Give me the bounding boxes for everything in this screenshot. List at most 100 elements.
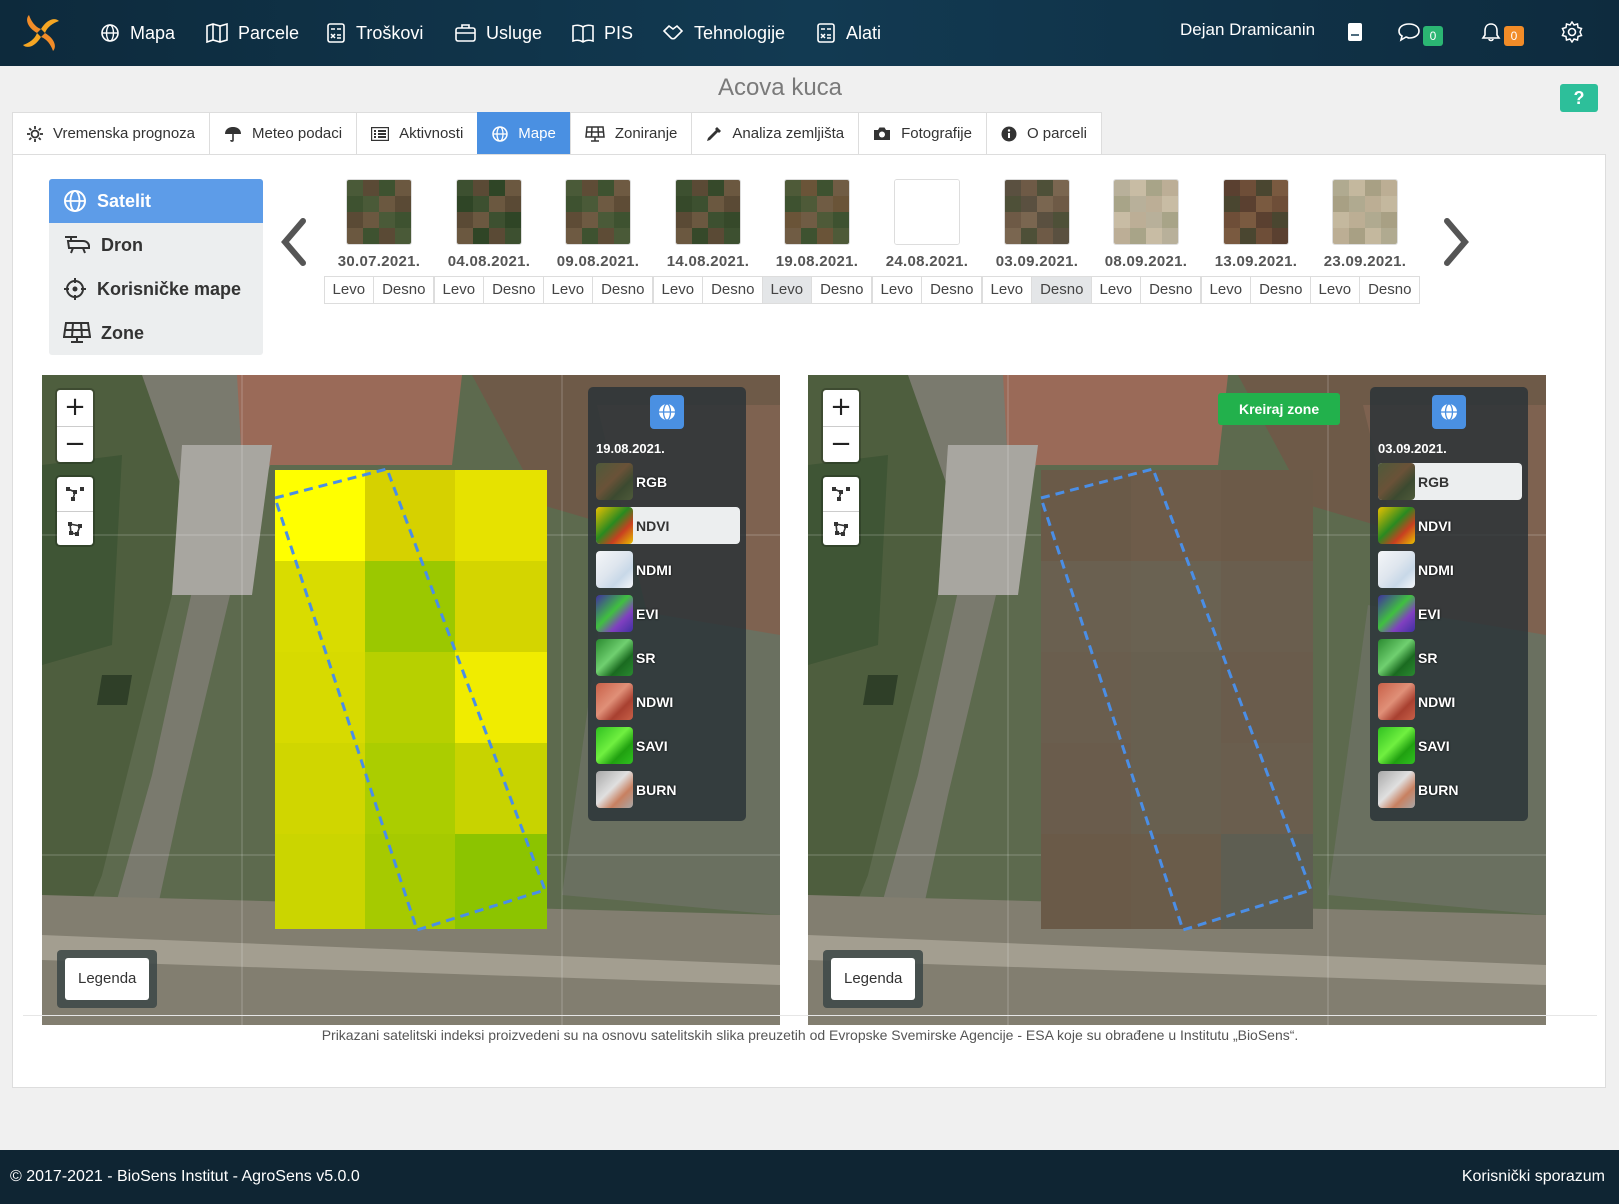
satellite-thumbnail-image[interactable] bbox=[1223, 179, 1289, 245]
map-right[interactable]: + − Kreiraj zone Legenda 03.09.2021. RGB… bbox=[808, 375, 1546, 1025]
settings-button[interactable] bbox=[1561, 18, 1583, 46]
source-satelit[interactable]: Satelit bbox=[49, 179, 263, 223]
date-thumbnail[interactable]: 30.07.2021. Levo Desno bbox=[323, 179, 435, 304]
tab-aktivnosti[interactable]: Aktivnosti bbox=[356, 112, 479, 154]
show-left-button[interactable]: Levo bbox=[652, 276, 704, 304]
show-right-button[interactable]: Desno bbox=[1251, 276, 1312, 304]
show-left-button[interactable]: Levo bbox=[1090, 276, 1142, 304]
date-thumbnail[interactable]: 13.09.2021. Levo Desno bbox=[1200, 179, 1312, 304]
show-left-button[interactable]: Levo bbox=[433, 276, 485, 304]
nav-item-alati[interactable]: Alati bbox=[816, 18, 881, 48]
date-thumbnail[interactable]: 08.09.2021. Levo Desno bbox=[1090, 179, 1202, 304]
notifications-button[interactable]: 0 bbox=[1481, 18, 1524, 46]
tab-o-parceli[interactable]: O parceli bbox=[985, 112, 1102, 154]
source-zone[interactable]: Zone bbox=[49, 311, 263, 355]
satellite-thumbnail-image[interactable] bbox=[565, 179, 631, 245]
satellite-thumbnail-image[interactable] bbox=[894, 179, 960, 245]
tab-meteo-podaci[interactable]: Meteo podaci bbox=[209, 112, 358, 154]
source-dron[interactable]: Dron bbox=[49, 223, 263, 267]
tab-vremenska-prognoza[interactable]: Vremenska prognoza bbox=[12, 112, 211, 154]
satellite-thumbnail-image[interactable] bbox=[346, 179, 412, 245]
show-right-button[interactable]: Desno bbox=[922, 276, 983, 304]
tab-analiza-zemljista[interactable]: Analiza zemljišta bbox=[691, 112, 860, 154]
show-left-button[interactable]: Levo bbox=[542, 276, 594, 304]
layer-savi[interactable]: SAVI bbox=[596, 727, 740, 764]
zoom-out-button[interactable]: − bbox=[57, 426, 93, 462]
draw-polyline-button[interactable] bbox=[823, 477, 859, 511]
basemap-toggle-button[interactable] bbox=[1432, 395, 1466, 429]
date-thumbnail[interactable]: 04.08.2021. Levo Desno bbox=[433, 179, 545, 304]
tab-fotografije[interactable]: Fotografije bbox=[858, 112, 987, 154]
layer-ndvi[interactable]: NDVI bbox=[596, 507, 740, 544]
user-agreement-link[interactable]: Korisnički sporazum bbox=[1462, 1168, 1605, 1186]
layer-rgb[interactable]: RGB bbox=[596, 463, 740, 500]
satellite-thumbnail-image[interactable] bbox=[675, 179, 741, 245]
tab-mape[interactable]: Mape bbox=[477, 112, 571, 154]
show-left-button[interactable]: Levo bbox=[323, 276, 375, 304]
date-thumbnail[interactable]: 03.09.2021. Levo Desno bbox=[981, 179, 1093, 304]
show-left-button[interactable]: Levo bbox=[1200, 276, 1252, 304]
layer-evi[interactable]: EVI bbox=[596, 595, 740, 632]
layer-burn[interactable]: BURN bbox=[596, 771, 740, 808]
user-name[interactable]: Dejan Dramicanin bbox=[1180, 20, 1315, 40]
draw-polyline-button[interactable] bbox=[57, 477, 93, 511]
zoom-out-button[interactable]: − bbox=[823, 426, 859, 462]
help-button[interactable]: ? bbox=[1560, 84, 1598, 112]
zoom-in-button[interactable]: + bbox=[823, 390, 859, 426]
nav-item-tehnologije[interactable]: Tehnologije bbox=[662, 18, 785, 48]
draw-polygon-button[interactable] bbox=[823, 511, 859, 545]
show-right-button[interactable]: Desno bbox=[593, 276, 654, 304]
map-left[interactable]: + − Legenda 19.08.2021. RGB NDVI NDMI EVI SR… bbox=[42, 375, 780, 1025]
layer-ndmi[interactable]: NDMI bbox=[596, 551, 740, 588]
layer-rgb[interactable]: RGB bbox=[1378, 463, 1522, 500]
date-thumbnail[interactable]: 14.08.2021. Levo Desno bbox=[652, 179, 764, 304]
layer-sr[interactable]: SR bbox=[1378, 639, 1522, 676]
messages-button[interactable]: 0 bbox=[1398, 18, 1443, 46]
date-thumbnail[interactable]: 23.09.2021. Levo Desno bbox=[1309, 179, 1421, 304]
nav-item-pis[interactable]: PIS bbox=[572, 18, 633, 48]
show-left-button[interactable]: Levo bbox=[761, 276, 813, 304]
zoom-in-button[interactable]: + bbox=[57, 390, 93, 426]
layer-evi[interactable]: EVI bbox=[1378, 595, 1522, 632]
legend-button[interactable]: Legenda bbox=[65, 958, 150, 1000]
date-thumbnail[interactable]: 09.08.2021. Levo Desno bbox=[542, 179, 654, 304]
satellite-thumbnail-image[interactable] bbox=[1113, 179, 1179, 245]
show-right-button[interactable]: Desno bbox=[1360, 276, 1421, 304]
tab-zoniranje[interactable]: Zoniranje bbox=[569, 112, 693, 154]
prev-dates-chevron-icon[interactable] bbox=[279, 217, 309, 267]
notebook-button[interactable] bbox=[1346, 18, 1364, 46]
nav-item-troskovi[interactable]: Troškovi bbox=[326, 18, 423, 48]
layer-ndvi[interactable]: NDVI bbox=[1378, 507, 1522, 544]
satellite-thumbnail-image[interactable] bbox=[1332, 179, 1398, 245]
layer-burn[interactable]: BURN bbox=[1378, 771, 1522, 808]
nav-item-parcele[interactable]: Parcele bbox=[206, 18, 299, 48]
show-left-button[interactable]: Levo bbox=[1309, 276, 1361, 304]
satellite-thumbnail-image[interactable] bbox=[456, 179, 522, 245]
draw-polygon-button[interactable] bbox=[57, 511, 93, 545]
nav-item-usluge[interactable]: Usluge bbox=[455, 18, 542, 48]
logo-icon[interactable] bbox=[16, 8, 66, 58]
layer-ndmi[interactable]: NDMI bbox=[1378, 551, 1522, 588]
nav-item-mapa[interactable]: Mapa bbox=[100, 18, 175, 48]
show-right-button[interactable]: Desno bbox=[374, 276, 435, 304]
show-right-button[interactable]: Desno bbox=[1141, 276, 1202, 304]
date-thumbnail[interactable]: 19.08.2021. Levo Desno bbox=[761, 179, 873, 304]
layer-sr[interactable]: SR bbox=[596, 639, 740, 676]
satellite-thumbnail-image[interactable] bbox=[1004, 179, 1070, 245]
layer-savi[interactable]: SAVI bbox=[1378, 727, 1522, 764]
satellite-thumbnail-image[interactable] bbox=[784, 179, 850, 245]
layer-ndwi[interactable]: NDWI bbox=[596, 683, 740, 720]
legend-button[interactable]: Legenda bbox=[831, 958, 916, 1000]
basemap-toggle-button[interactable] bbox=[650, 395, 684, 429]
show-right-button[interactable]: Desno bbox=[484, 276, 545, 304]
show-left-button[interactable]: Levo bbox=[981, 276, 1033, 304]
source-korisnicke-mape[interactable]: Korisničke mape bbox=[49, 267, 263, 311]
layer-ndwi[interactable]: NDWI bbox=[1378, 683, 1522, 720]
show-right-button[interactable]: Desno bbox=[703, 276, 764, 304]
show-left-button[interactable]: Levo bbox=[871, 276, 923, 304]
next-dates-chevron-icon[interactable] bbox=[1441, 217, 1471, 267]
show-right-button[interactable]: Desno bbox=[1032, 276, 1093, 304]
create-zones-button[interactable]: Kreiraj zone bbox=[1218, 393, 1341, 425]
date-thumbnail[interactable]: 24.08.2021. Levo Desno bbox=[871, 179, 983, 304]
show-right-button[interactable]: Desno bbox=[812, 276, 873, 304]
